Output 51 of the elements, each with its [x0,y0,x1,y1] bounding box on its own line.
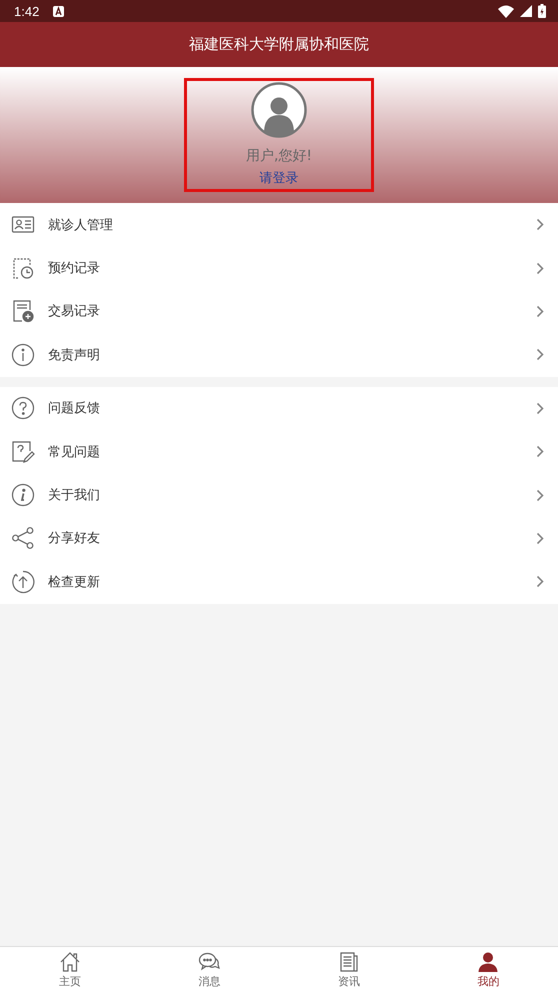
menu-label: 分享好友 [48,530,100,548]
battery-icon [538,4,546,18]
tab[interactable]: 消息 [140,947,279,992]
chevron-right-icon [536,348,544,362]
menu-label: 检查更新 [48,574,100,591]
header-title: 福建医科大学附属协和医院 [189,35,369,54]
menu-item[interactable]: 常见问题 [0,430,558,474]
menu-item[interactable]: 预约记录 [0,246,558,290]
chevron-right-icon [536,262,544,275]
menu-label: 交易记录 [48,303,100,320]
receipt-add-icon [11,299,35,324]
signal-icon [520,5,532,17]
menu-label: 预约记录 [48,260,100,278]
menu-item[interactable]: 问题反馈 [0,386,558,430]
menu-item[interactable]: 就诊人管理 [0,203,558,246]
tab[interactable]: 我的 [418,947,558,992]
chevron-right-icon [536,488,544,502]
help-icon [11,396,35,420]
tab[interactable]: 主页 [0,947,140,992]
tab[interactable]: 资讯 [279,947,418,992]
menu-item[interactable]: 分享好友 [0,516,558,560]
chevron-right-icon [536,402,544,415]
info-icon [11,483,35,508]
menu-label: 就诊人管理 [48,216,113,234]
upload-icon [11,570,35,594]
status-time: 1:42 [14,4,40,18]
document-icon [338,950,360,972]
notification-icon [53,6,64,16]
menu-label: 常见问题 [48,444,100,461]
info-icon [11,342,35,367]
chevron-right-icon [536,575,544,588]
menu-label: 免责声明 [48,346,100,364]
calendar-clock-icon [11,256,35,280]
share-icon [11,526,35,550]
chat-bubbles-icon [198,950,220,972]
chevron-right-icon [536,218,544,232]
chevron-right-icon [536,445,544,458]
menu-item[interactable]: 检查更新 [0,560,558,604]
avatar-icon[interactable] [251,82,307,138]
menu-label: 问题反馈 [48,400,100,418]
person-icon [477,950,500,972]
menu-item[interactable]: 关于我们 [0,473,558,517]
question-pencil-icon [11,440,35,464]
menu-item[interactable]: 交易记录 [0,290,558,334]
home-icon [58,950,81,972]
menu-label: 关于我们 [48,487,100,504]
greeting-text: 用户,您好! [246,147,312,165]
wifi-icon [498,4,514,18]
menu-item[interactable]: 免责声明 [0,333,558,377]
chevron-right-icon [536,532,544,545]
chevron-right-icon [536,304,544,318]
